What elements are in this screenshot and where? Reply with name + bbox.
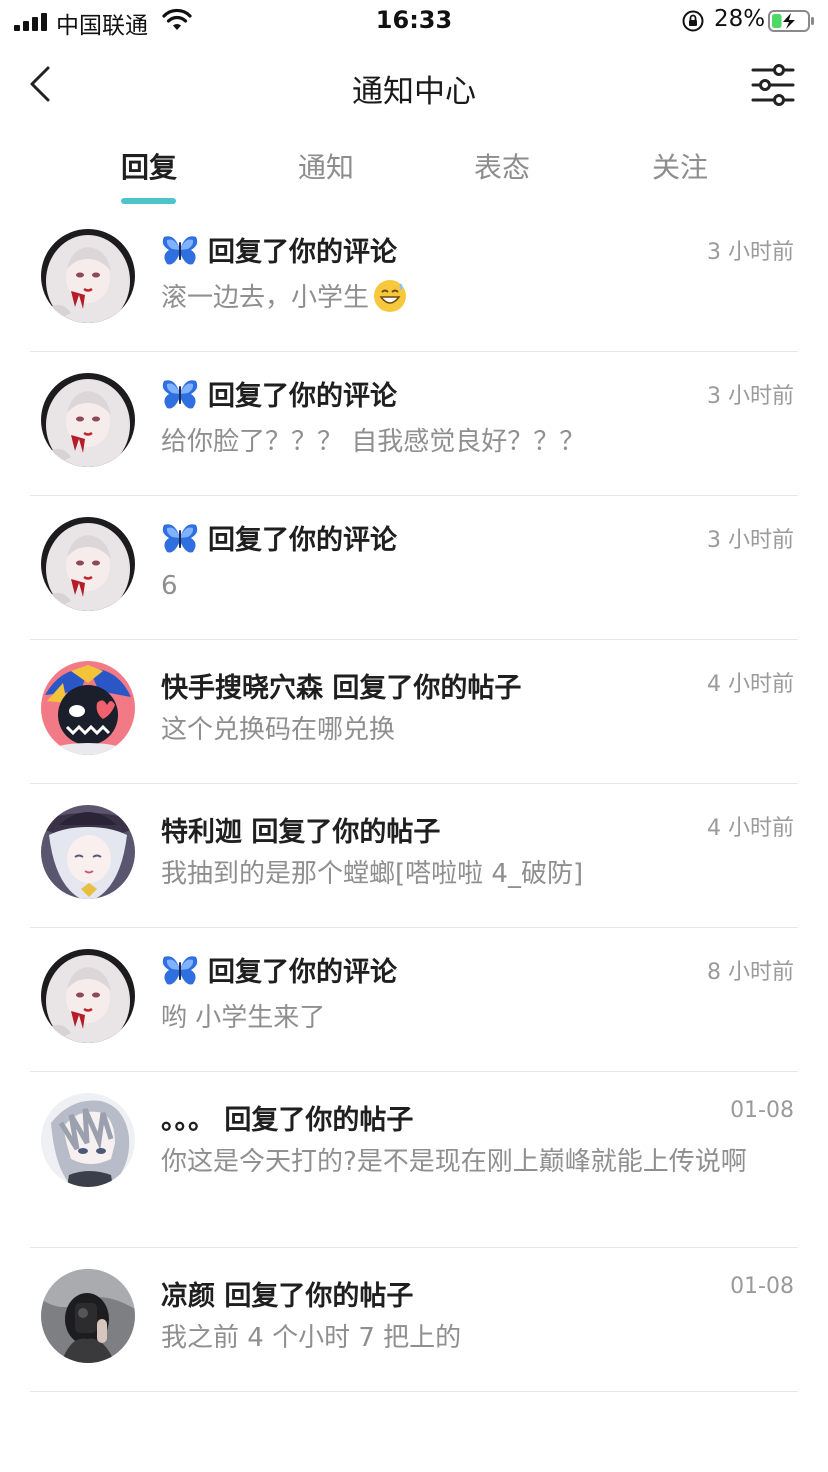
notification-time: 4 小时前 [707,672,794,697]
notification-content: 给你脸了？？？ 自我感觉良好？？？ [161,427,586,457]
orientation-lock-icon [682,10,704,32]
avatar[interactable] [41,1093,135,1187]
notification-time: 01-08 [730,1274,794,1299]
butterfly-icon [162,523,198,553]
notification-title: 快手搜晓穴森 回复了你的帖子 [161,666,521,705]
tab-replies[interactable]: 回复 [89,146,209,186]
avatar[interactable] [41,1269,135,1363]
notification-time: 3 小时前 [707,528,794,553]
notification-content: 我抽到的是那个螳螂[嗒啦啦 4_破防] [161,859,584,889]
avatar[interactable] [41,229,135,323]
notification-user[interactable]: 快手搜晓穴森 [161,666,323,705]
active-tab-indicator [121,198,176,204]
notification-title: 回复了你的评论 [161,374,397,413]
notification-content: 这个兑换码在哪兑换 [161,715,396,745]
notification-title: 回复了你的评论 [161,950,397,989]
tab-reactions[interactable]: 表态 [442,146,562,186]
notification-time: 3 小时前 [707,384,794,409]
avatar[interactable] [41,517,135,611]
avatar[interactable] [41,805,135,899]
avatar[interactable] [41,661,135,755]
tab-follows[interactable]: 关注 [620,146,740,186]
status-bar: 中国联通 16:33 28% [0,0,828,44]
battery-charging-icon [768,10,814,32]
butterfly-icon [162,379,198,409]
notification-action: 回复了你的帖子 [332,673,522,704]
notification-action: 回复了你的帖子 [224,1105,414,1136]
notification-item[interactable]: 快手搜晓穴森 回复了你的帖子 4 小时前 这个兑换码在哪兑换 [0,640,828,784]
notification-item[interactable]: 回复了你的评论 3 小时前 6 [0,496,828,640]
notification-item[interactable]: 回复了你的评论 8 小时前 哟 小学生来了 [0,928,828,1072]
notification-action: 回复了你的评论 [208,237,397,268]
battery-percentage: 28% [714,6,766,32]
notification-time: 3 小时前 [707,240,794,265]
notification-content: 我之前 4 个小时 7 把上的 [161,1323,462,1353]
notification-item[interactable]: 。。。 回复了你的帖子 01-08 你这是今天打的?是不是现在刚上巅峰就能上传说… [0,1072,828,1248]
divider [30,1390,798,1392]
tab-notices[interactable]: 通知 [266,146,386,186]
notification-content: 滚一边去，小学生 [161,278,791,318]
notification-action: 回复了你的评论 [208,525,397,556]
filter-settings-button[interactable] [748,62,798,108]
notification-title: 凉颜 回复了你的帖子 [161,1274,413,1313]
notification-content: 你这是今天打的?是不是现在刚上巅峰就能上传说啊 [161,1147,747,1177]
notification-user[interactable]: 特利迦 [161,810,242,849]
notification-action: 回复了你的评论 [208,381,397,412]
notification-content: 6 [161,571,178,601]
grinning-sweat-emoji [374,279,407,312]
notification-time: 01-08 [730,1098,794,1123]
notification-content: 哟 小学生来了 [161,1003,326,1033]
notification-title: 回复了你的评论 [161,518,397,557]
notification-time: 8 小时前 [707,960,794,985]
page-title: 通知中心 [352,74,476,110]
avatar[interactable] [41,373,135,467]
butterfly-icon [162,955,198,985]
notification-item[interactable]: 凉颜 回复了你的帖子 01-08 我之前 4 个小时 7 把上的 [0,1248,828,1392]
navigation-bar: 通知中心 [0,44,828,128]
notification-time: 4 小时前 [707,816,794,841]
notification-title: 。。。 回复了你的帖子 [161,1098,413,1137]
notification-title: 回复了你的评论 [161,230,397,269]
notification-list: 回复了你的评论 3 小时前 滚一边去，小学生 回复了你的评论 3 小时前 给你脸… [0,208,828,1392]
notification-user[interactable]: 。。。 [161,1098,215,1137]
butterfly-icon [162,235,198,265]
notification-action: 回复了你的评论 [208,957,397,988]
notification-tabs: 回复 通知 表态 关注 [0,128,828,208]
notification-action: 回复了你的帖子 [224,1281,414,1312]
notification-item[interactable]: 回复了你的评论 3 小时前 给你脸了？？？ 自我感觉良好？？？ [0,352,828,496]
notification-item[interactable]: 回复了你的评论 3 小时前 滚一边去，小学生 [0,208,828,352]
notification-title: 特利迦 回复了你的帖子 [161,810,440,849]
sliders-icon [751,64,795,106]
notification-action: 回复了你的帖子 [251,817,441,848]
notification-item[interactable]: 特利迦 回复了你的帖子 4 小时前 我抽到的是那个螳螂[嗒啦啦 4_破防] [0,784,828,928]
avatar[interactable] [41,949,135,1043]
notification-user[interactable]: 凉颜 [161,1274,215,1313]
